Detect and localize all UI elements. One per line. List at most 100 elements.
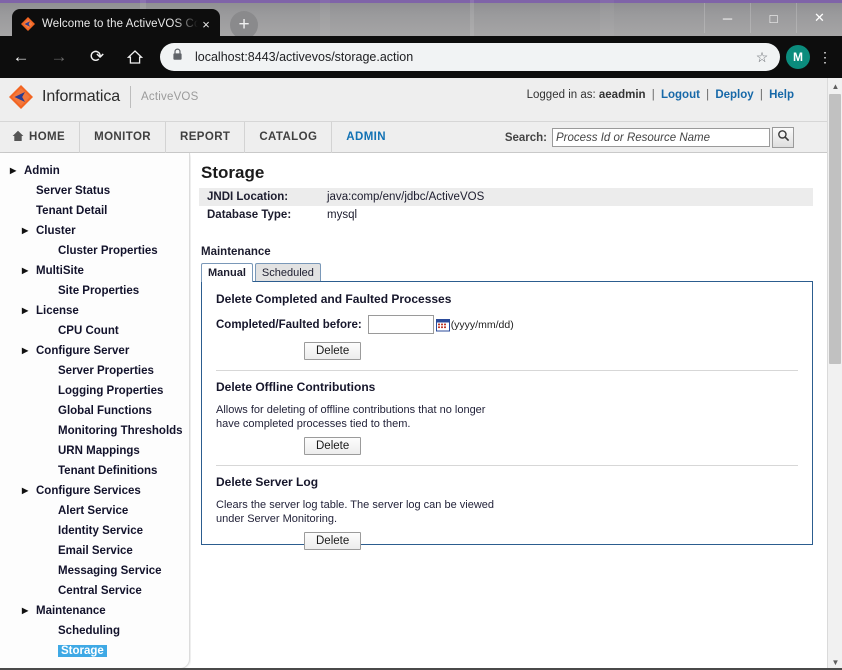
divider: [216, 465, 798, 466]
bookmark-star-icon[interactable]: ☆: [754, 49, 770, 66]
deploy-link[interactable]: Deploy: [715, 89, 753, 101]
sidebar-item-label: Server Status: [36, 185, 111, 197]
sidebar-item-cpu-count[interactable]: CPU Count: [0, 321, 189, 341]
sidebar-item-identity-service[interactable]: Identity Service: [0, 521, 189, 541]
sidebar-item-central-service[interactable]: Central Service: [0, 581, 189, 601]
sidebar-item-label: Server Properties: [58, 365, 154, 377]
nav-item-admin-label: ADMIN: [346, 131, 386, 143]
chevron-right-icon[interactable]: ▶: [22, 607, 31, 615]
sidebar-item-configure-services[interactable]: ▶ Configure Services: [0, 481, 189, 501]
address-bar[interactable]: localhost:8443/activevos/storage.action …: [160, 43, 780, 71]
nav-item-catalog[interactable]: CATALOG: [245, 121, 333, 153]
informatica-diamond-icon: [8, 84, 34, 110]
sidebar-item-maintenance[interactable]: ▶ Maintenance: [0, 601, 189, 621]
search-input[interactable]: [552, 128, 770, 147]
sidebar-item-cluster[interactable]: ▶ Cluster: [0, 221, 189, 241]
sidebar-item-label: License: [36, 305, 79, 317]
calendar-icon[interactable]: [435, 318, 450, 332]
brand-name: Informatica: [42, 88, 121, 105]
sidebar-item-email-service[interactable]: Email Service: [0, 541, 189, 561]
logout-link[interactable]: Logout: [661, 89, 700, 101]
sidebar-item-messaging-service[interactable]: Messaging Service: [0, 561, 189, 581]
sidebar-item-configure-server[interactable]: ▶ Configure Server: [0, 341, 189, 361]
chevron-right-icon[interactable]: ▶: [22, 487, 31, 495]
sidebar-item-tenant-detail[interactable]: Tenant Detail: [0, 201, 189, 221]
sidebar-item-label: Cluster Properties: [58, 245, 158, 257]
completed-faulted-before-label: Completed/Faulted before:: [216, 318, 362, 331]
content-area: Storage JNDI Location: java:comp/env/jdb…: [191, 153, 827, 669]
nav-item-home-label: HOME: [29, 131, 66, 143]
delete-processes-button[interactable]: Delete: [304, 342, 362, 360]
search-label: Search:: [504, 131, 547, 144]
activevos-diamond-icon: [20, 16, 36, 32]
sidebar-item-site-properties[interactable]: Site Properties: [0, 281, 189, 301]
sidebar-item-logging-properties[interactable]: Logging Properties: [0, 381, 189, 401]
chevron-right-icon[interactable]: ▶: [22, 267, 31, 275]
sidebar-item-tenant-definitions[interactable]: Tenant Definitions: [0, 461, 189, 481]
section-delete-offline-contributions: Delete Offline Contributions Allows for …: [216, 380, 798, 455]
reload-icon[interactable]: ⟳: [80, 40, 114, 74]
sidebar-item-admin[interactable]: ▶ Admin: [0, 161, 189, 181]
sidebar-item-label: Central Service: [58, 585, 142, 597]
window-title-bar: Welcome to the ActiveVOS Cons × + ─ □ ✕: [0, 0, 842, 36]
sidebar-item-multisite[interactable]: ▶ MultiSite: [0, 261, 189, 281]
sidebar-item-scheduling[interactable]: Scheduling: [0, 621, 189, 641]
sidebar-item-server-properties[interactable]: Server Properties: [0, 361, 189, 381]
date-input[interactable]: [367, 315, 434, 334]
sidebar-item-urn-mappings[interactable]: URN Mappings: [0, 441, 189, 461]
sidebar-item-storage[interactable]: Storage: [0, 641, 189, 661]
nav-item-report[interactable]: REPORT: [166, 121, 246, 153]
forward-icon[interactable]: →: [42, 40, 76, 74]
search-button[interactable]: [772, 127, 794, 148]
delete-server-log-button[interactable]: Delete: [304, 532, 362, 550]
minimize-icon[interactable]: ─: [704, 3, 750, 33]
browser-menu-icon[interactable]: ⋮: [814, 50, 836, 64]
profile-avatar[interactable]: M: [786, 45, 810, 69]
nav-item-report-label: REPORT: [180, 131, 231, 143]
home-button-icon[interactable]: [118, 40, 152, 74]
help-link[interactable]: Help: [769, 89, 794, 101]
tab-manual[interactable]: Manual: [201, 263, 253, 282]
browser-tab-activevos[interactable]: Welcome to the ActiveVOS Cons ×: [12, 9, 220, 36]
section-delete-processes: Delete Completed and Faulted Processes C…: [216, 292, 798, 360]
nav-item-monitor[interactable]: MONITOR: [80, 121, 167, 153]
window-controls: ─ □ ✕: [704, 3, 842, 33]
sidebar-item-license[interactable]: ▶ License: [0, 301, 189, 321]
description-line-1: Allows for deleting of offline contribut…: [216, 404, 486, 416]
maximize-icon[interactable]: □: [750, 3, 796, 33]
scroll-up-arrow-icon[interactable]: ▲: [828, 78, 842, 94]
section-title: Delete Offline Contributions: [216, 380, 376, 394]
nav-item-admin[interactable]: ADMIN: [332, 122, 400, 153]
maintenance-heading: Maintenance: [201, 246, 271, 258]
sidebar-item-label: Site Properties: [58, 285, 140, 297]
maintenance-tabs: Manual Scheduled: [201, 263, 813, 282]
scrollbar-thumb[interactable]: [829, 94, 841, 364]
sidebar-item-monitoring-thresholds[interactable]: Monitoring Thresholds: [0, 421, 189, 441]
delete-offline-contributions-button[interactable]: Delete: [304, 437, 362, 455]
sidebar-item-alert-service[interactable]: Alert Service: [0, 501, 189, 521]
sidebar-item-label: Email Service: [58, 545, 133, 557]
browser-tab-title: Welcome to the ActiveVOS Cons: [42, 18, 198, 30]
tab-scheduled[interactable]: Scheduled: [254, 263, 321, 282]
page-scrollbar[interactable]: ▲ ▼: [827, 78, 842, 670]
nav-item-home[interactable]: HOME: [0, 121, 81, 153]
sidebar-item-global-functions[interactable]: Global Functions: [0, 401, 189, 421]
sidebar-item-label: Global Functions: [58, 405, 152, 417]
section-description: Clears the server log table. The server …: [216, 498, 798, 526]
chevron-right-icon[interactable]: ▶: [22, 307, 31, 315]
close-window-icon[interactable]: ✕: [796, 3, 842, 33]
logo-divider: [130, 86, 132, 108]
back-icon[interactable]: ←: [4, 40, 38, 74]
divider: |: [759, 89, 763, 101]
sidebar-item-cluster-properties[interactable]: Cluster Properties: [0, 241, 189, 261]
section-delete-server-log: Delete Server Log Clears the server log …: [216, 475, 798, 550]
chevron-right-icon[interactable]: ▶: [22, 227, 31, 235]
new-tab-button[interactable]: +: [230, 11, 258, 36]
search-block: Search:: [505, 127, 794, 148]
product-name: ActiveVOS: [141, 91, 199, 103]
chevron-right-icon[interactable]: ▶: [22, 347, 31, 355]
sidebar-item-label: Admin: [24, 165, 60, 177]
chevron-right-icon[interactable]: ▶: [10, 167, 19, 175]
tab-close-icon[interactable]: ×: [198, 18, 214, 31]
sidebar-item-server-status[interactable]: Server Status: [0, 181, 189, 201]
